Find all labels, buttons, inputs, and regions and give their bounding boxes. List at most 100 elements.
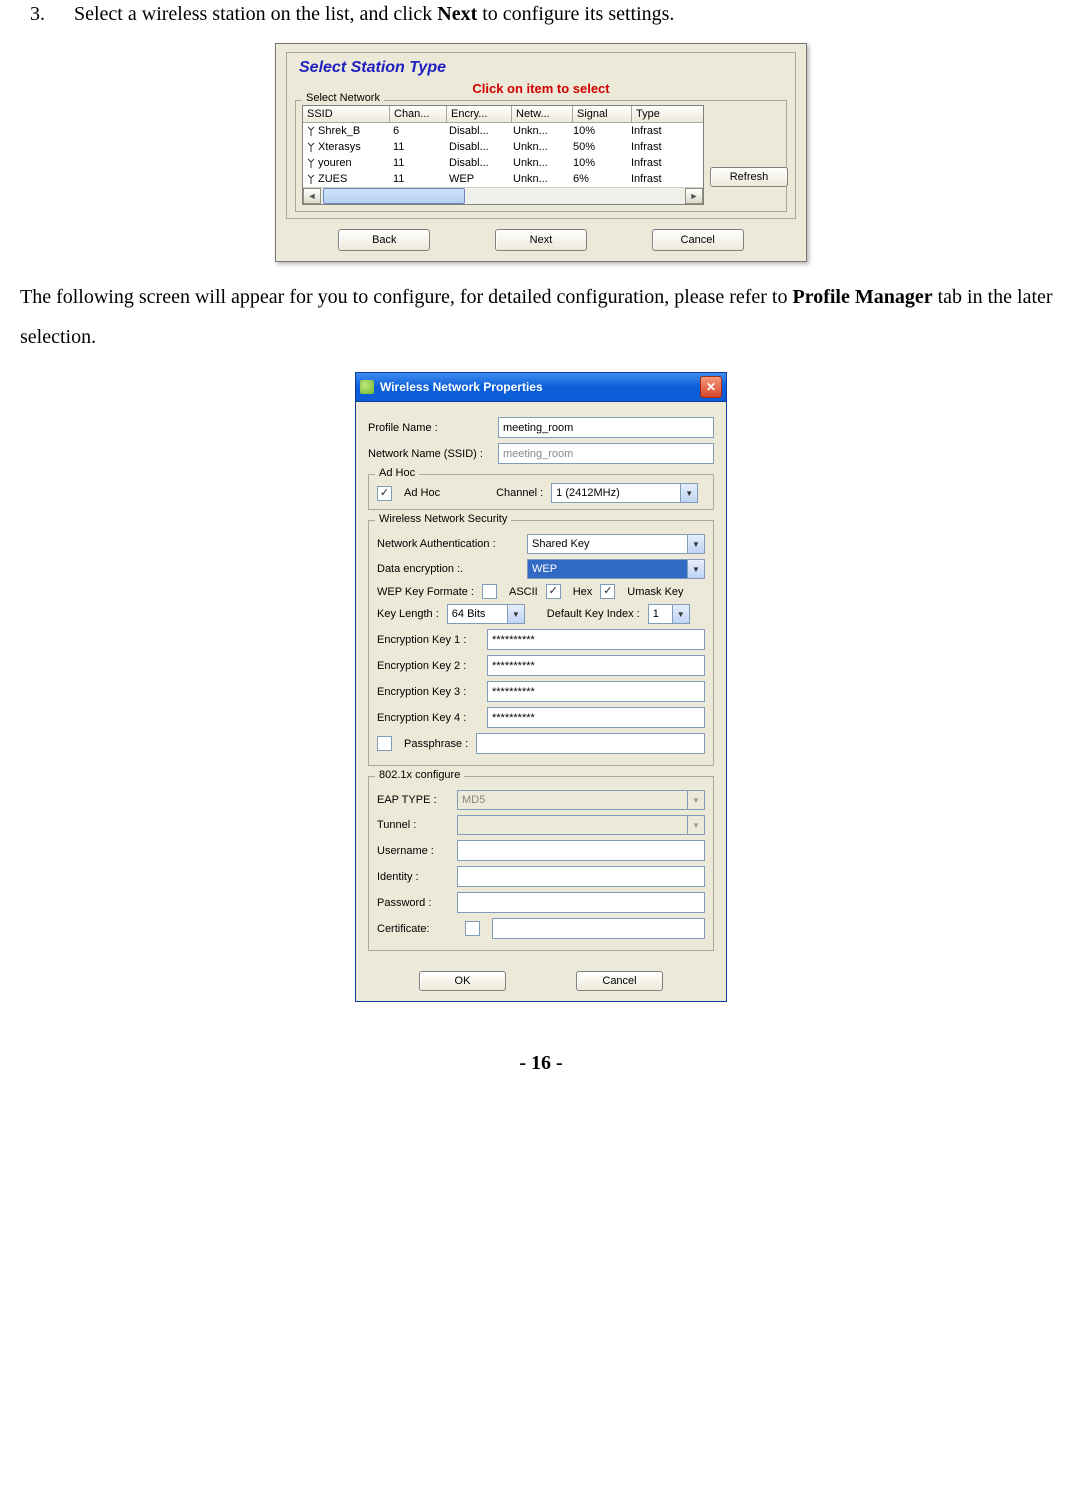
select-station-dialog: Select Station Type Click on item to sel… <box>275 43 807 262</box>
hex-checkbox[interactable]: ✓ <box>546 584 561 599</box>
refresh-button[interactable]: Refresh <box>710 167 788 187</box>
header-channel[interactable]: Chan... <box>390 106 447 122</box>
ssid-input <box>498 443 714 464</box>
header-encryption[interactable]: Encry... <box>447 106 512 122</box>
chevron-down-icon[interactable]: ▼ <box>507 605 524 623</box>
umask-checkbox[interactable]: ✓ <box>600 584 615 599</box>
wireless-icon <box>360 380 374 394</box>
key1-label: Encryption Key 1 : <box>377 634 487 646</box>
eap-label: EAP TYPE : <box>377 794 457 806</box>
network-list[interactable]: SSID Chan... Encry... Netw... Signal Typ… <box>302 105 704 205</box>
profile-name-input[interactable] <box>498 417 714 438</box>
eap-combo: MD5 ▼ <box>457 790 705 810</box>
dialog2-titlebar: Wireless Network Properties ✕ <box>356 373 726 402</box>
antenna-icon <box>307 126 315 136</box>
password-input[interactable] <box>457 892 705 913</box>
identity-input[interactable] <box>457 866 705 887</box>
adhoc-group-label: Ad Hoc <box>375 467 419 479</box>
step-3-text: 3. Select a wireless station on the list… <box>20 0 1062 28</box>
antenna-icon <box>307 174 315 184</box>
cancel-button[interactable]: Cancel <box>652 229 744 251</box>
chevron-down-icon[interactable]: ▼ <box>680 484 697 502</box>
passphrase-checkbox[interactable] <box>377 736 392 751</box>
certificate-label: Certificate: <box>377 923 457 935</box>
header-type[interactable]: Type <box>632 106 698 122</box>
auth-combo[interactable]: Shared Key ▼ <box>527 534 705 554</box>
hex-label: Hex <box>573 586 593 598</box>
network-list-header: SSID Chan... Encry... Netw... Signal Typ… <box>303 106 703 123</box>
defidx-combo[interactable]: 1 ▼ <box>648 604 690 624</box>
password-label: Password : <box>377 897 457 909</box>
chevron-down-icon: ▼ <box>687 816 704 834</box>
step-number: 3. <box>30 3 45 25</box>
key3-input[interactable] <box>487 681 705 702</box>
key4-label: Encryption Key 4 : <box>377 712 487 724</box>
adhoc-group: Ad Hoc ✓ Ad Hoc Channel : 1 (2412MHz) ▼ <box>368 474 714 510</box>
umask-label: Umask Key <box>627 586 683 598</box>
chevron-down-icon: ▼ <box>687 791 704 809</box>
defidx-label: Default Key Index : <box>547 608 640 620</box>
auth-label: Network Authentication : <box>377 538 527 550</box>
passphrase-label: Passphrase : <box>404 738 468 750</box>
next-button[interactable]: Next <box>495 229 587 251</box>
cancel-button[interactable]: Cancel <box>576 971 663 991</box>
certificate-checkbox[interactable] <box>465 921 480 936</box>
channel-label: Channel : <box>496 487 543 499</box>
keylen-combo[interactable]: 64 Bits ▼ <box>447 604 525 624</box>
key3-label: Encryption Key 3 : <box>377 686 487 698</box>
channel-combo[interactable]: 1 (2412MHz) ▼ <box>551 483 698 503</box>
dialog2-title: Wireless Network Properties <box>380 380 543 394</box>
key1-input[interactable] <box>487 629 705 650</box>
ascii-checkbox[interactable] <box>482 584 497 599</box>
mid-text-bold: Profile Manager <box>792 286 932 308</box>
step-text-bold: Next <box>437 3 477 25</box>
encryption-combo[interactable]: WEP ▼ <box>527 559 705 579</box>
page-number: - 16 - <box>20 1052 1062 1075</box>
header-signal[interactable]: Signal <box>573 106 632 122</box>
step-text-after: to configure its settings. <box>477 3 674 25</box>
keylen-label: Key Length : <box>377 608 439 620</box>
table-row[interactable]: Shrek_B 6 Disabl... Unkn... 10% Infrast <box>303 123 703 139</box>
scroll-right-icon[interactable]: ► <box>685 188 703 204</box>
ssid-label: Network Name (SSID) : <box>368 448 498 460</box>
chevron-down-icon[interactable]: ▼ <box>672 605 689 623</box>
close-icon: ✕ <box>706 380 716 394</box>
ok-button[interactable]: OK <box>419 971 506 991</box>
chevron-down-icon[interactable]: ▼ <box>687 535 704 553</box>
scroll-thumb[interactable] <box>323 188 465 204</box>
key2-input[interactable] <box>487 655 705 676</box>
username-input[interactable] <box>457 840 705 861</box>
identity-label: Identity : <box>377 871 457 883</box>
mid-paragraph: The following screen will appear for you… <box>20 277 1062 357</box>
table-row[interactable]: ZUES 11 WEP Unkn... 6% Infrast <box>303 171 703 187</box>
close-button[interactable]: ✕ <box>700 376 722 398</box>
dot1x-group: 802.1x configure EAP TYPE : MD5 ▼ Tunnel… <box>368 776 714 951</box>
security-group-label: Wireless Network Security <box>375 513 511 525</box>
mid-text-1: The following screen will appear for you… <box>20 286 792 308</box>
encryption-label: Data encryption :. <box>377 563 527 575</box>
chevron-down-icon[interactable]: ▼ <box>687 560 704 578</box>
back-button[interactable]: Back <box>338 229 430 251</box>
table-row[interactable]: Xterasys 11 Disabl... Unkn... 50% Infras… <box>303 139 703 155</box>
scroll-left-icon[interactable]: ◄ <box>303 188 321 204</box>
username-label: Username : <box>377 845 457 857</box>
antenna-icon <box>307 142 315 152</box>
wepfmt-label: WEP Key Formate : <box>377 586 474 598</box>
tunnel-combo: ▼ <box>457 815 705 835</box>
key2-label: Encryption Key 2 : <box>377 660 487 672</box>
header-network[interactable]: Netw... <box>512 106 573 122</box>
dot1x-group-label: 802.1x configure <box>375 769 464 781</box>
security-group: Wireless Network Security Network Authen… <box>368 520 714 766</box>
dialog1-title: Select Station Type <box>287 53 795 79</box>
antenna-icon <box>307 158 315 168</box>
key4-input[interactable] <box>487 707 705 728</box>
adhoc-checkbox[interactable]: ✓ <box>377 486 392 501</box>
step-text-before: Select a wireless station on the list, a… <box>74 3 437 25</box>
select-network-group-label: Select Network <box>302 92 384 104</box>
profile-name-label: Profile Name : <box>368 422 498 434</box>
passphrase-input[interactable] <box>476 733 705 754</box>
certificate-input[interactable] <box>492 918 705 939</box>
horizontal-scrollbar[interactable]: ◄ ► <box>303 187 703 204</box>
header-ssid[interactable]: SSID <box>303 106 390 122</box>
table-row[interactable]: youren 11 Disabl... Unkn... 10% Infrast <box>303 155 703 171</box>
